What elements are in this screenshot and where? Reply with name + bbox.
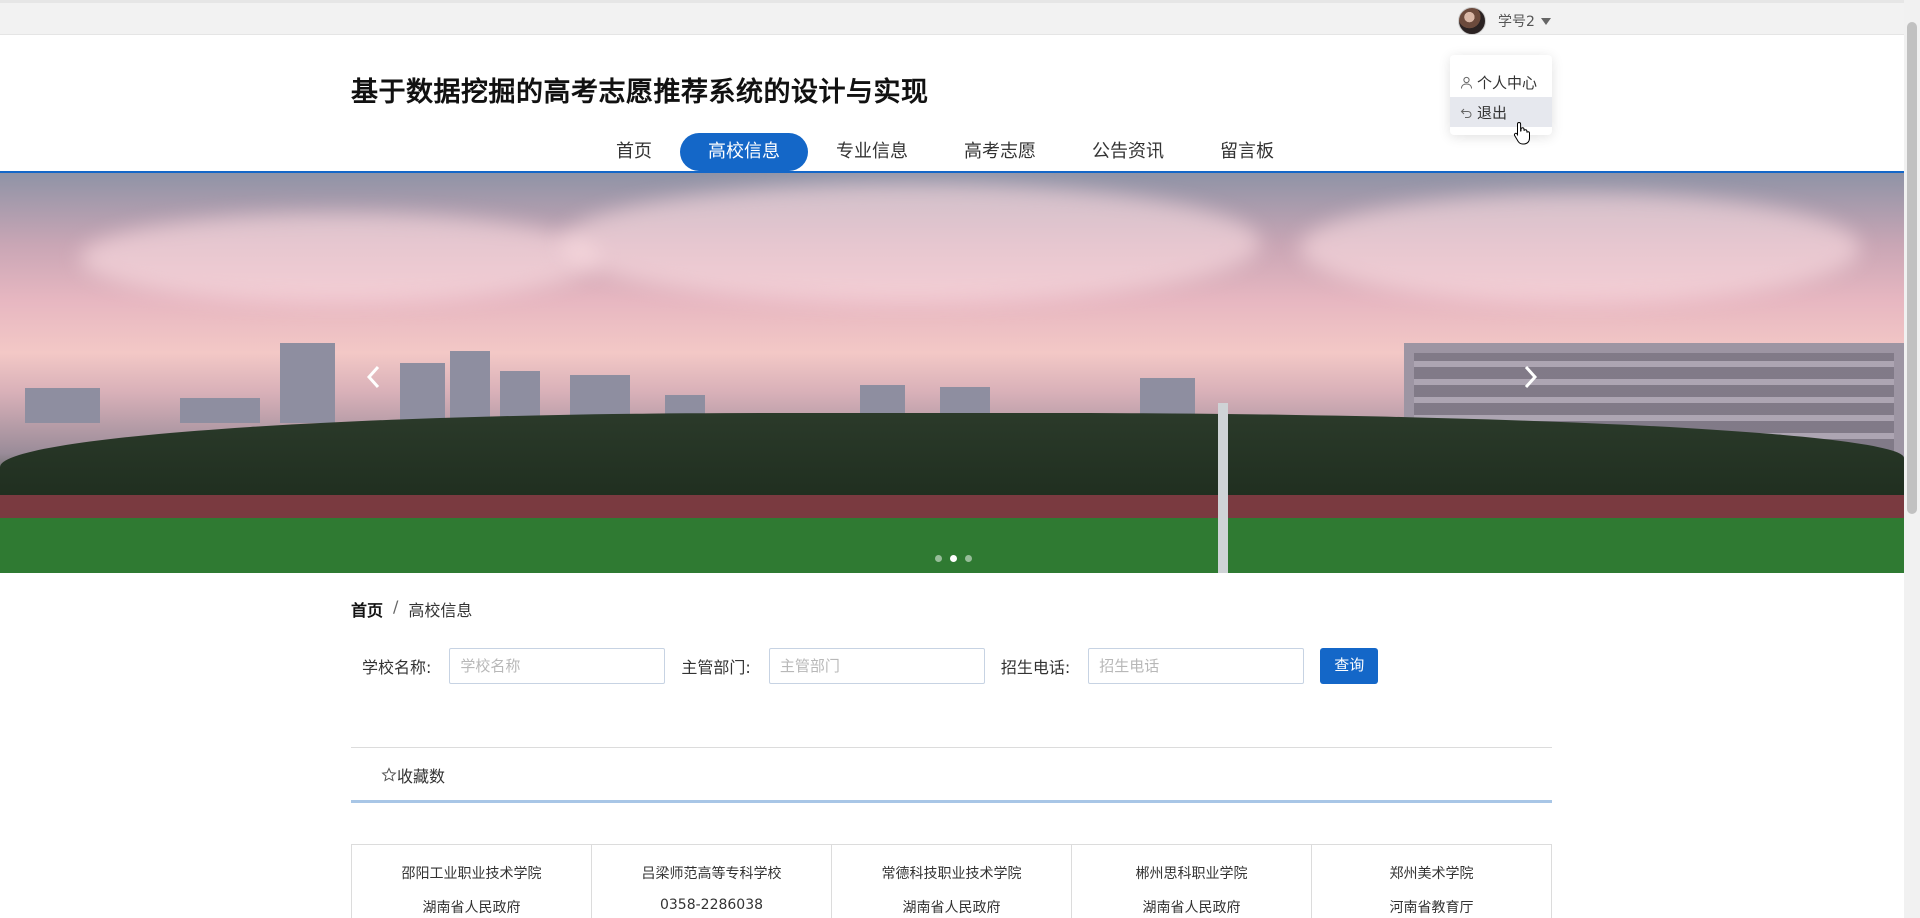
cloud-shape	[1300, 193, 1860, 303]
school-card[interactable]: 邵阳工业职业技术学院 湖南省人民政府	[352, 845, 592, 918]
avatar	[1458, 7, 1486, 35]
carousel-indicators	[935, 555, 972, 562]
user-menu-trigger[interactable]: 学号2	[1458, 7, 1551, 35]
query-button[interactable]: 查询	[1320, 648, 1379, 684]
school-name: 吕梁师范高等专科学校	[641, 866, 782, 882]
nav-item-home[interactable]: 首页	[588, 133, 680, 171]
chevron-left-icon[interactable]	[364, 362, 384, 392]
breadcrumb-current: 高校信息	[408, 601, 473, 620]
phone-input[interactable]	[1088, 648, 1305, 684]
username: 学号2	[1498, 14, 1535, 30]
nav-item-messages[interactable]: 留言板	[1192, 133, 1302, 171]
breadcrumb-separator: /	[393, 597, 399, 616]
cloud-shape	[560, 183, 1260, 303]
school-card[interactable]: 郑州美术学院 河南省教育厅	[1312, 845, 1551, 918]
school-name: 邵阳工业职业技术学院	[401, 866, 542, 882]
chevron-right-icon[interactable]	[1520, 362, 1540, 392]
school-card[interactable]: 郴州思科职业学院 湖南省人民政府	[1072, 845, 1312, 918]
school-name-input[interactable]	[449, 648, 666, 684]
top-user-bar: 学号2	[0, 0, 1904, 35]
school-info: 湖南省人民政府	[902, 900, 1001, 916]
sort-label: 收藏数	[397, 767, 446, 786]
nav-item-schools[interactable]: 高校信息	[680, 133, 808, 171]
school-name-label: 学校名称:	[362, 658, 432, 677]
carousel-dot-active[interactable]	[950, 555, 957, 562]
sort-by-favorites[interactable]: 收藏数	[381, 763, 445, 787]
school-name: 郴州思科职业学院	[1135, 866, 1248, 882]
breadcrumb-home[interactable]: 首页	[351, 597, 383, 621]
user-icon	[1461, 76, 1472, 89]
department-input[interactable]	[768, 648, 985, 684]
nav-item-applications[interactable]: 高考志愿	[936, 133, 1064, 171]
sort-bar: 收藏数	[351, 747, 1552, 803]
caret-down-icon	[1540, 17, 1551, 25]
cloud-shape	[80, 213, 600, 303]
school-card-list: 邵阳工业职业技术学院 湖南省人民政府 吕梁师范高等专科学校 0358-22860…	[351, 844, 1552, 918]
school-card[interactable]: 常德科技职业技术学院 湖南省人民政府	[832, 845, 1072, 918]
menu-item-logout-label: 退出	[1477, 103, 1508, 122]
scrollbar-thumb[interactable]	[1907, 22, 1917, 514]
menu-item-profile[interactable]: 个人中心	[1450, 67, 1552, 97]
department-label: 主管部门:	[681, 658, 751, 677]
page-scrollbar[interactable]	[1904, 0, 1920, 918]
user-dropdown: 个人中心 退出	[1450, 55, 1552, 135]
nav-item-news[interactable]: 公告资讯	[1064, 133, 1192, 171]
school-info: 0358-2286038	[659, 897, 764, 913]
phone-label: 招生电话:	[1000, 658, 1071, 677]
school-name: 郑州美术学院	[1389, 866, 1474, 882]
site-title: 基于数据挖掘的高考志愿推荐系统的设计与实现	[351, 77, 929, 108]
carousel-dot[interactable]	[965, 555, 972, 562]
school-info: 河南省教育厅	[1389, 900, 1474, 916]
school-card[interactable]: 吕梁师范高等专科学校 0358-2286038	[592, 845, 832, 918]
menu-item-profile-label: 个人中心	[1477, 73, 1538, 92]
light-pole	[1218, 403, 1228, 573]
search-form: 学校名称: 主管部门: 招生电话: 查询	[362, 648, 1379, 684]
school-info: 湖南省人民政府	[1142, 900, 1241, 916]
grass-field	[0, 518, 1904, 573]
school-info: 湖南省人民政府	[422, 900, 521, 916]
breadcrumb: 首页 / 高校信息	[351, 597, 472, 621]
school-name: 常德科技职业技术学院	[881, 866, 1022, 882]
hand-cursor-icon	[1513, 121, 1530, 145]
tree-line	[0, 413, 1904, 503]
carousel-dot[interactable]	[935, 555, 942, 562]
nav-item-majors[interactable]: 专业信息	[808, 133, 936, 171]
main-nav: 首页 高校信息 专业信息 高考志愿 公告资讯 留言板	[588, 133, 1302, 171]
logout-icon	[1460, 108, 1472, 118]
banner-carousel	[0, 173, 1904, 573]
menu-item-logout[interactable]: 退出	[1450, 97, 1552, 127]
star-icon	[381, 767, 397, 782]
